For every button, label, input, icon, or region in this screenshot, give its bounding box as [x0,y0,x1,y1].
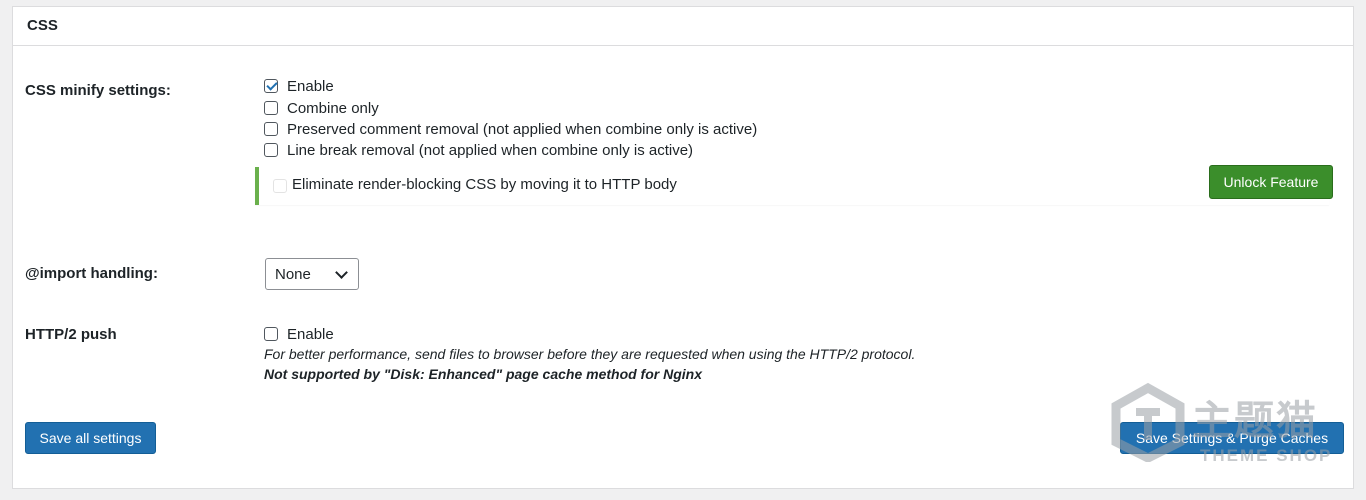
minify-enable-label[interactable]: Enable [287,78,334,95]
comment-removal-checkbox[interactable] [264,122,278,136]
chevron-down-icon [335,266,348,279]
minify-enable-option[interactable]: Enable [264,76,334,96]
line-break-removal-checkbox[interactable] [264,143,278,157]
render-blocking-label: Eliminate render-blocking CSS by moving … [292,176,677,193]
watermark-cn-text: 主题猫 [1192,399,1318,443]
save-all-settings-button[interactable]: Save all settings [25,422,156,454]
watermark-en-text: THEME SHOP [1200,446,1333,465]
http2-description: For better performance, send files to br… [264,346,916,362]
http2-enable-label[interactable]: Enable [287,326,334,343]
line-break-removal-label[interactable]: Line break removal (not applied when com… [287,142,693,159]
combine-only-label[interactable]: Combine only [287,100,379,117]
http2-push-label: HTTP/2 push [25,326,117,343]
theme-shop-watermark: 主题猫 THEME SHOP [1108,382,1338,472]
http2-enable-option[interactable]: Enable [264,324,334,344]
http2-nginx-note: Not supported by "Disk: Enhanced" page c… [264,366,702,382]
render-blocking-checkbox [273,179,287,193]
combine-only-checkbox[interactable] [264,101,278,115]
panel-header: CSS [13,7,1353,46]
render-blocking-pro-row: Eliminate render-blocking CSS by moving … [255,165,1333,205]
comment-removal-label[interactable]: Preserved comment removal (not applied w… [287,121,757,138]
minify-settings-label: CSS minify settings: [25,82,171,99]
import-handling-value: None [275,265,311,283]
http2-enable-checkbox[interactable] [264,327,278,341]
comment-removal-option[interactable]: Preserved comment removal (not applied w… [264,119,757,139]
panel-title: CSS [27,17,58,34]
import-handling-label: @import handling: [25,265,158,282]
theme-shop-logo-icon [1111,382,1185,464]
import-handling-select[interactable]: None [265,258,359,290]
minify-enable-checkbox[interactable] [264,79,278,93]
combine-only-option[interactable]: Combine only [264,98,379,118]
line-break-removal-option[interactable]: Line break removal (not applied when com… [264,140,693,160]
unlock-feature-button[interactable]: Unlock Feature [1209,165,1333,199]
